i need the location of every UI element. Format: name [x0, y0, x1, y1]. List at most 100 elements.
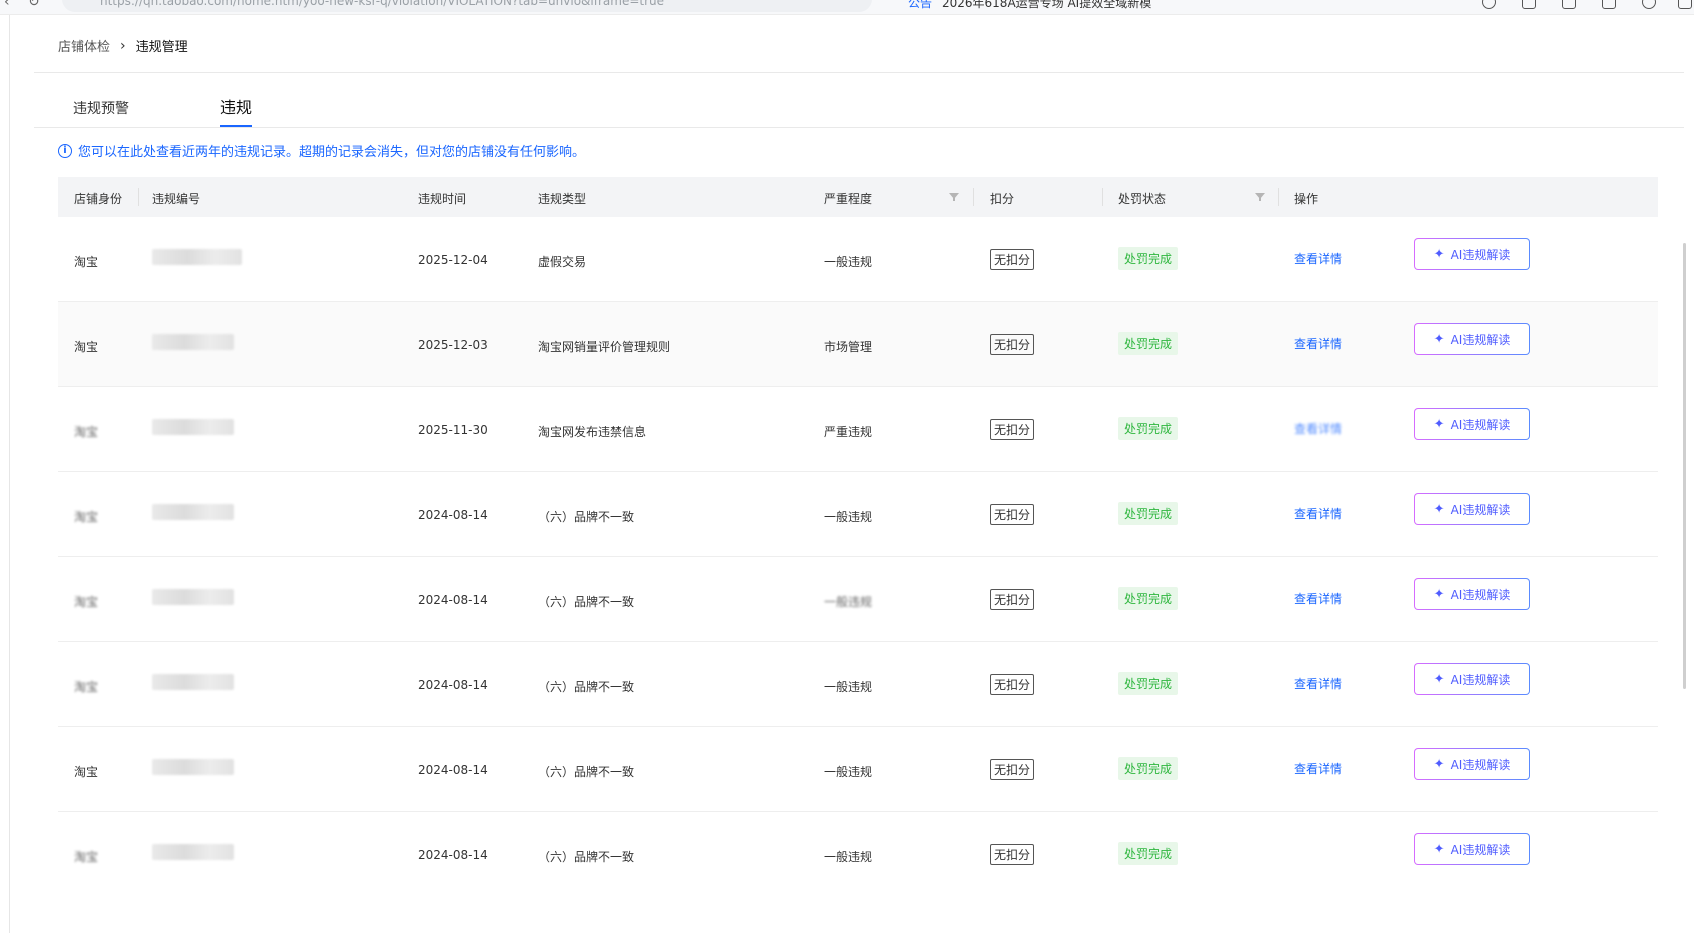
status-badge: 处罚完成 — [1118, 842, 1179, 865]
header-separator — [973, 188, 974, 206]
severity-cell: 一般违规 — [824, 850, 873, 864]
type-cell: 淘宝网发布违禁信息 — [538, 425, 647, 439]
violation-id-masked — [152, 334, 234, 353]
notice-text[interactable]: 2026年618A运营专场 AI提效全域新模 — [942, 0, 1151, 11]
table-row: 淘宝 2025-12-03 淘宝网销量评价管理规则 市场管理 无扣分 处罚完成 … — [58, 302, 1658, 387]
notice-tag[interactable]: 公告 — [908, 0, 932, 11]
violation-id-masked — [152, 249, 242, 268]
ai-interpret-button[interactable]: ✦ AI违规解读 — [1414, 578, 1530, 610]
header-action: 操作 — [1294, 192, 1319, 206]
score-tag-label: 无扣分 — [990, 249, 1035, 270]
violation-id-masked — [152, 589, 234, 608]
ai-button-label: AI违规解读 — [1450, 247, 1511, 262]
extension-icon[interactable] — [1522, 0, 1536, 9]
breadcrumb-current: 违规管理 — [135, 40, 188, 55]
status-badge: 处罚完成 — [1118, 757, 1179, 780]
time-cell: 2024-08-14 — [418, 508, 488, 522]
type-cell: （六）品牌不一致 — [538, 850, 635, 864]
status-badge-label: 处罚完成 — [1118, 247, 1179, 270]
view-detail-link[interactable]: 查看详情 — [1294, 760, 1342, 777]
header-separator — [1278, 188, 1279, 206]
view-detail-link[interactable]: 查看详情 — [1294, 675, 1342, 692]
table-row: 淘宝 2025-12-04 虚假交易 一般违规 无扣分 处罚完成 查看详情 ✦ A… — [58, 217, 1658, 302]
time-cell: 2024-08-14 — [418, 593, 488, 607]
ai-button-label: AI违规解读 — [1450, 587, 1511, 602]
sparkle-icon: ✦ — [1433, 756, 1445, 772]
table-row: 淘宝 2025-11-30 淘宝网发布违禁信息 严重违规 无扣分 处罚完成 查看… — [58, 387, 1658, 472]
type-cell: （六）品牌不一致 — [538, 595, 635, 609]
violation-id-masked — [152, 504, 234, 523]
history-icon[interactable] — [1482, 0, 1496, 9]
ai-interpret-button[interactable]: ✦ AI违规解读 — [1414, 748, 1530, 780]
shop-cell: 淘宝 — [74, 425, 99, 439]
table-row: 淘宝 2024-08-14 （六）品牌不一致 一般违规 无扣分 处罚完成 查看详… — [58, 727, 1658, 812]
violation-id-masked — [152, 419, 234, 438]
ai-interpret-button[interactable]: ✦ AI违规解读 — [1414, 408, 1530, 440]
shop-cell: 淘宝 — [74, 765, 99, 779]
header-status: 处罚状态 — [1118, 192, 1167, 206]
ai-interpret-button[interactable]: ✦ AI违规解读 — [1414, 663, 1530, 695]
type-cell: （六）品牌不一致 — [538, 765, 635, 779]
sparkle-icon: ✦ — [1433, 671, 1445, 687]
view-detail-link[interactable]: 查看详情 — [1294, 335, 1342, 352]
table-row: 淘宝 2024-08-14 （六）品牌不一致 一般违规 无扣分 处罚完成 ✦ AI… — [58, 812, 1658, 897]
info-tip: i 您可以在此处查看近两年的违规记录。超期的记录会消失，但对您的店铺没有任何影响… — [58, 141, 585, 160]
time-cell: 2025-12-03 — [418, 338, 488, 352]
browser-toolbar: ‹ ↻ https://qn.taobao.com/home.htm/yoo-n… — [0, 0, 1694, 15]
tab-violation-warning[interactable]: 违规预警 — [73, 98, 129, 136]
score-tag: 无扣分 — [990, 844, 1035, 865]
score-tag-label: 无扣分 — [990, 419, 1035, 440]
score-tag: 无扣分 — [990, 589, 1035, 610]
shop-cell: 淘宝 — [74, 680, 99, 694]
status-filter-icon[interactable] — [1255, 193, 1265, 201]
status-badge: 处罚完成 — [1118, 587, 1179, 610]
help-icon[interactable] — [1642, 0, 1656, 9]
status-badge-label: 处罚完成 — [1118, 672, 1179, 695]
info-icon: i — [58, 143, 72, 158]
view-detail-link[interactable]: 查看详情 — [1294, 505, 1342, 522]
header-severity: 严重程度 — [824, 192, 873, 206]
score-tag-label: 无扣分 — [990, 844, 1035, 865]
type-cell: 淘宝网销量评价管理规则 — [538, 340, 671, 354]
severity-cell: 一般违规 — [824, 595, 873, 609]
bookmark-icon[interactable] — [1562, 0, 1576, 9]
header-separator — [138, 188, 139, 206]
sparkle-icon: ✦ — [1433, 501, 1445, 517]
status-badge-label: 处罚完成 — [1118, 587, 1179, 610]
ai-interpret-button[interactable]: ✦ AI违规解读 — [1414, 833, 1530, 865]
view-detail-link[interactable]: 查看详情 — [1294, 420, 1342, 437]
ai-interpret-button[interactable]: ✦ AI违规解读 — [1414, 493, 1530, 525]
status-badge-label: 处罚完成 — [1118, 332, 1179, 355]
score-tag: 无扣分 — [990, 674, 1035, 695]
status-badge: 处罚完成 — [1118, 417, 1179, 440]
info-tip-text: 您可以在此处查看近两年的违规记录。超期的记录会消失，但对您的店铺没有任何影响。 — [78, 145, 586, 160]
severity-cell: 市场管理 — [824, 340, 873, 354]
status-badge-label: 处罚完成 — [1118, 502, 1179, 525]
collections-icon[interactable] — [1602, 0, 1616, 9]
type-cell: （六）品牌不一致 — [538, 510, 635, 524]
view-detail-link[interactable]: 查看详情 — [1294, 250, 1342, 267]
score-tag-label: 无扣分 — [990, 674, 1035, 695]
breadcrumb-shop-check[interactable]: 店铺体检 — [58, 36, 110, 55]
breadcrumb-separator: › — [120, 37, 126, 54]
score-tag: 无扣分 — [990, 249, 1035, 270]
refresh-icon[interactable]: ↻ — [28, 0, 40, 10]
type-cell: （六）品牌不一致 — [538, 680, 635, 694]
view-detail-link[interactable]: 查看详情 — [1294, 590, 1342, 607]
type-cell: 虚假交易 — [538, 255, 587, 269]
table-header: 店铺身份 违规编号 违规时间 违规类型 严重程度 扣分 处罚状态 操作 — [58, 177, 1658, 217]
ai-interpret-button[interactable]: ✦ AI违规解读 — [1414, 238, 1530, 270]
sparkle-icon: ✦ — [1433, 841, 1445, 857]
status-badge: 处罚完成 — [1118, 502, 1179, 525]
screenshot-icon[interactable] — [1678, 0, 1692, 9]
score-tag: 无扣分 — [990, 759, 1035, 780]
severity-cell: 一般违规 — [824, 255, 873, 269]
url-text: https://qn.taobao.com/home.htm/yoo-new-k… — [100, 0, 665, 8]
back-icon[interactable]: ‹ — [4, 0, 10, 10]
sparkle-icon: ✦ — [1433, 586, 1445, 602]
status-badge: 处罚完成 — [1118, 672, 1179, 695]
vertical-scrollbar[interactable] — [1683, 243, 1686, 689]
severity-filter-icon[interactable] — [949, 193, 959, 201]
time-cell: 2024-08-14 — [418, 848, 488, 862]
ai-interpret-button[interactable]: ✦ AI违规解读 — [1414, 323, 1530, 355]
